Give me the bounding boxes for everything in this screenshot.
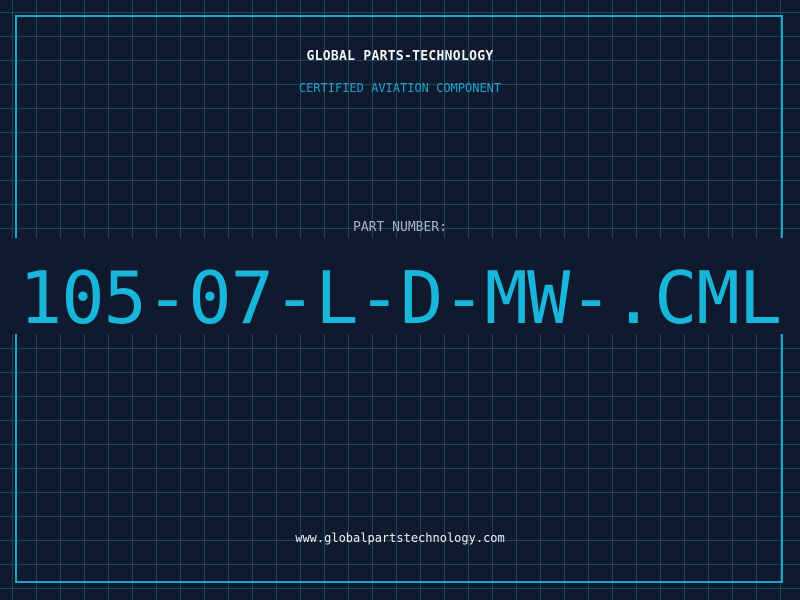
part-card: GLOBAL PARTS-TECHNOLOGY CERTIFIED AVIATI… (0, 0, 800, 600)
certification-subtitle: CERTIFIED AVIATION COMPONENT (298, 81, 502, 95)
website-link[interactable]: www.globalpartstechnology.com (0, 531, 800, 545)
part-number-value: 105-07-L-D-MW-.CML (18, 256, 782, 340)
part-number-label: PART NUMBER: (353, 220, 447, 235)
company-name: GLOBAL PARTS-TECHNOLOGY (306, 49, 494, 64)
